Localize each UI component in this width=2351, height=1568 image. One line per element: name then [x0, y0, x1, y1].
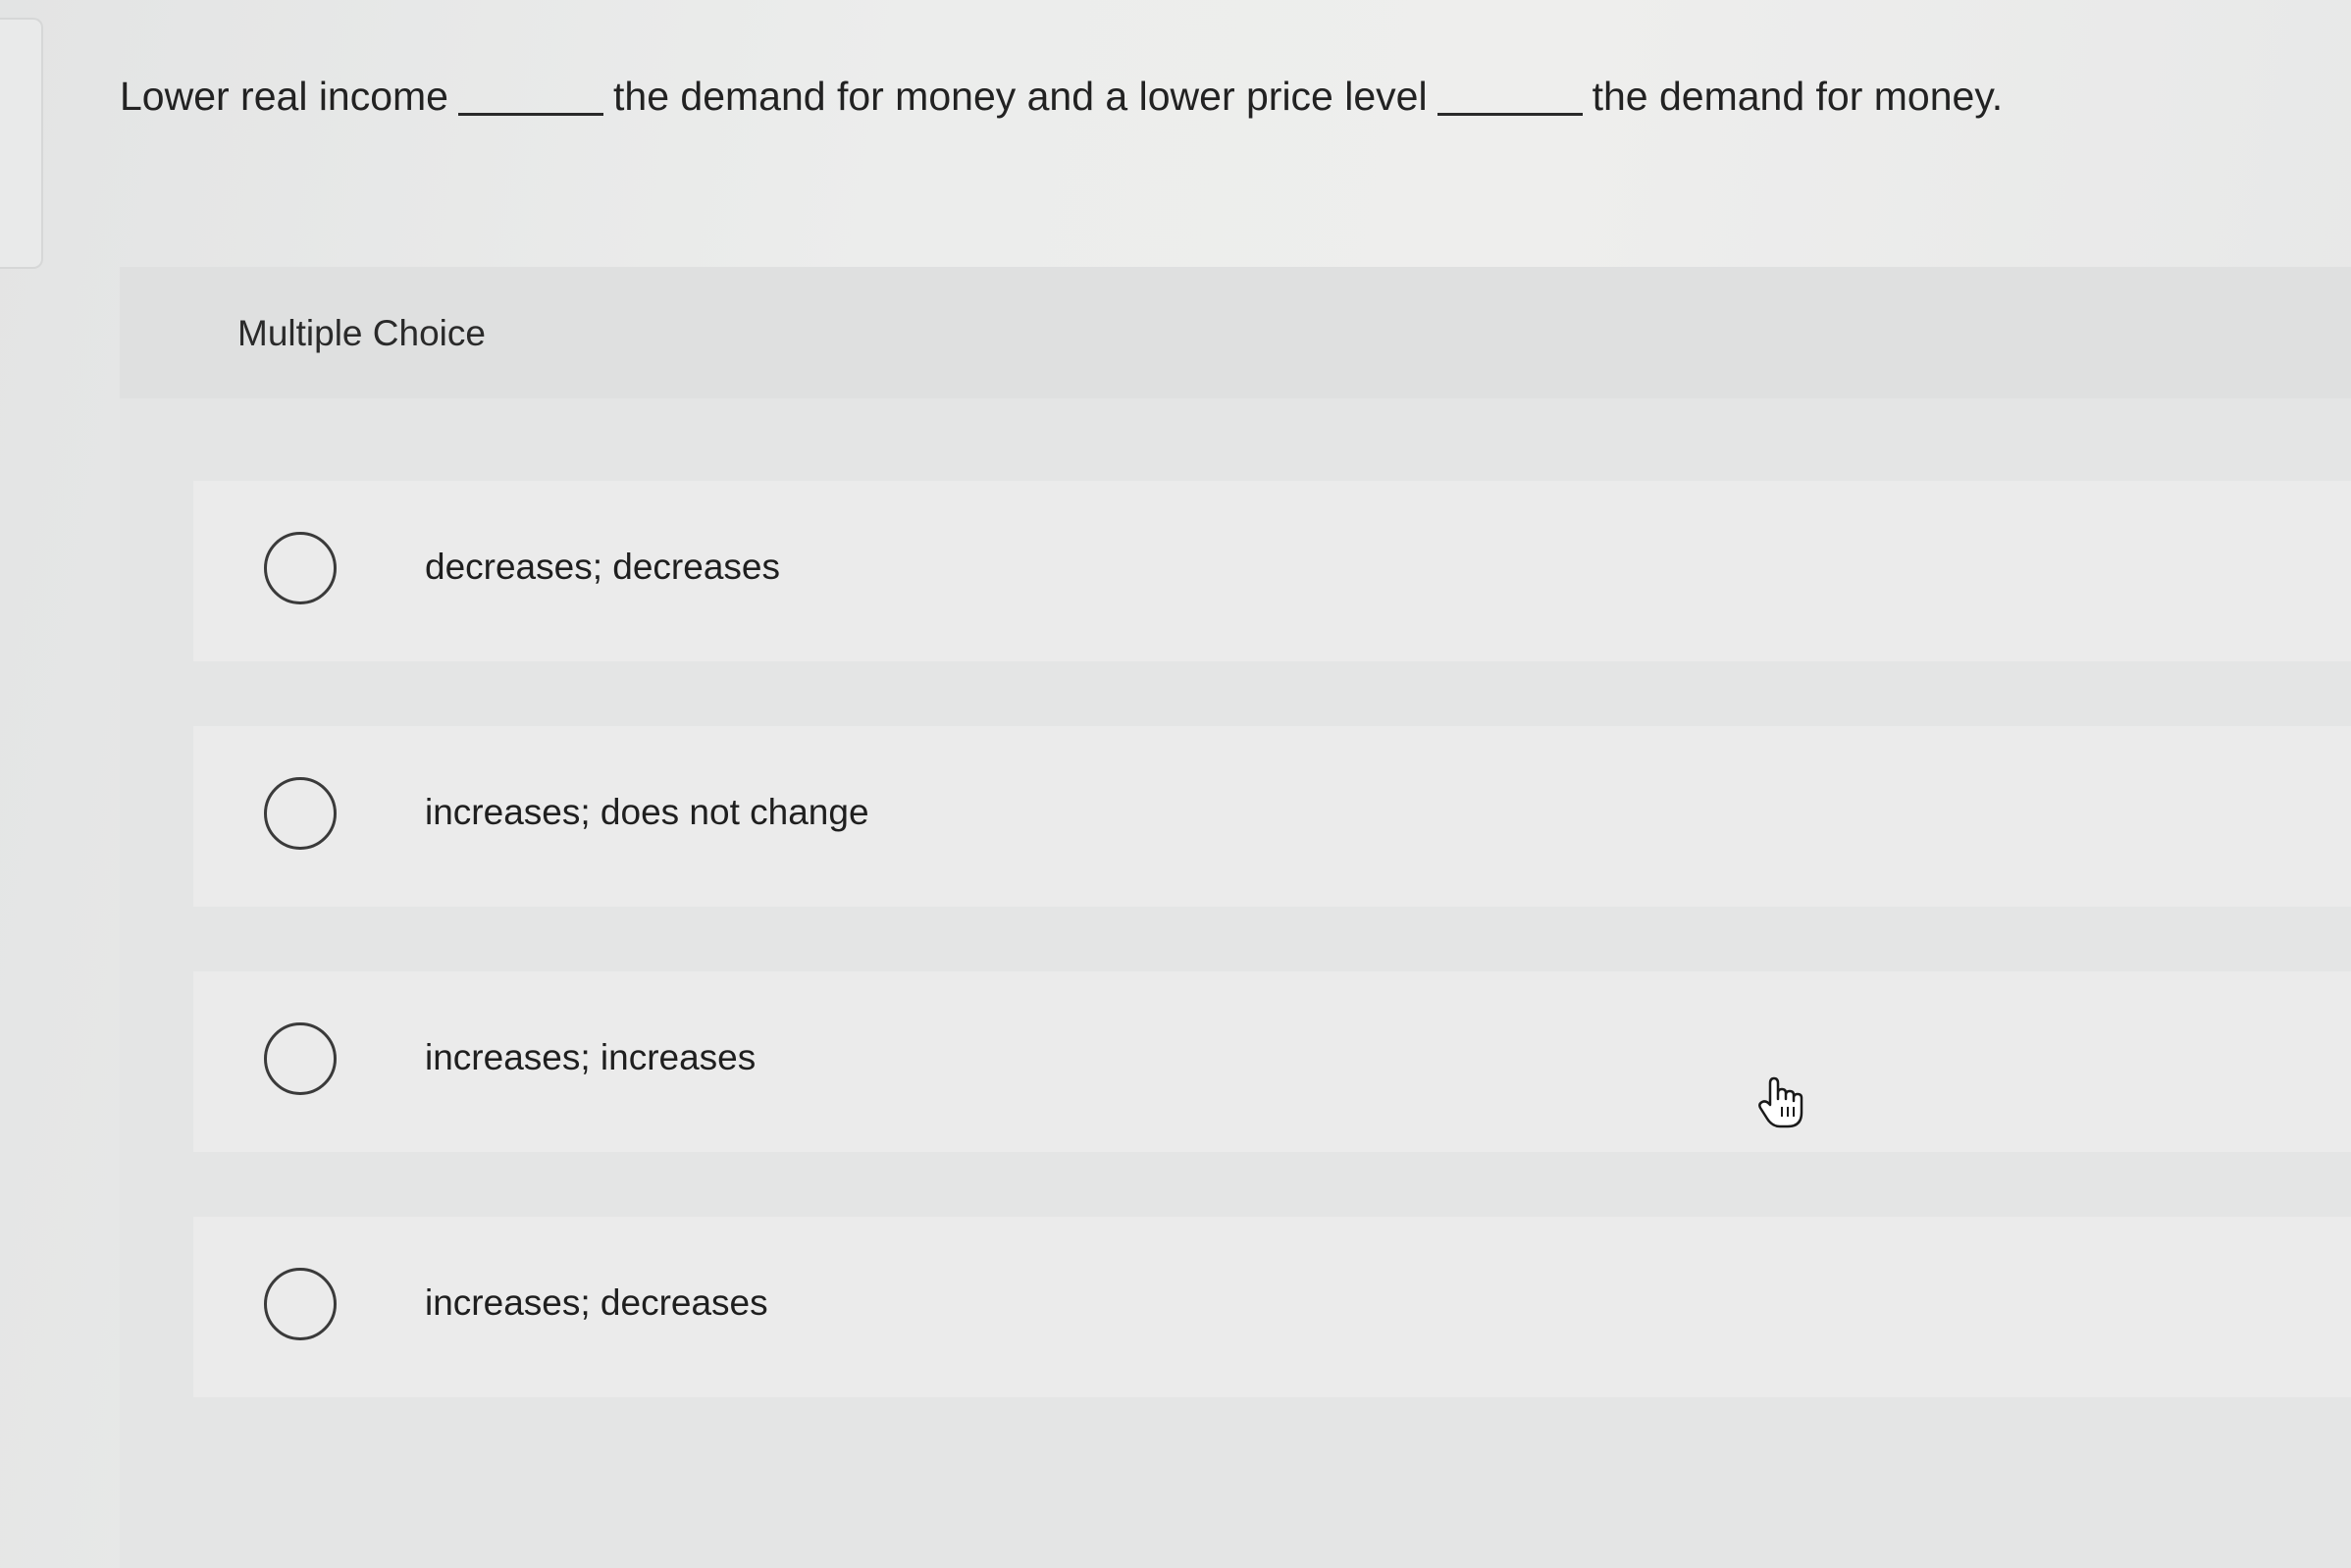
question-part-3: the demand for money.: [1592, 74, 2004, 119]
option-4[interactable]: increases; decreases: [193, 1217, 2351, 1397]
radio-icon[interactable]: [264, 777, 337, 850]
option-label: increases; increases: [425, 1037, 757, 1077]
panel-header: Multiple Choice: [120, 267, 2351, 398]
options-list: decreases; decreases increases; does not…: [193, 481, 2351, 1462]
question-text: Lower real income the demand for money an…: [120, 67, 2003, 126]
radio-icon[interactable]: [264, 532, 337, 604]
question-part-2: the demand for money and a lower price l…: [613, 74, 1428, 119]
blank-2: [1437, 93, 1583, 116]
question-nav-tab[interactable]: [0, 18, 43, 269]
page: Lower real income the demand for money an…: [0, 0, 2351, 1568]
option-2[interactable]: increases; does not change: [193, 726, 2351, 907]
option-label: increases; decreases: [425, 1282, 768, 1323]
option-1[interactable]: decreases; decreases: [193, 481, 2351, 661]
option-label: increases; does not change: [425, 792, 869, 832]
blank-1: [458, 93, 603, 116]
radio-icon[interactable]: [264, 1022, 337, 1095]
option-label: decreases; decreases: [425, 547, 780, 587]
panel-title: Multiple Choice: [237, 313, 486, 353]
radio-icon[interactable]: [264, 1268, 337, 1340]
question-part-1: Lower real income: [120, 74, 448, 119]
hand-pointer-icon: [1758, 1076, 1803, 1128]
answer-panel: Multiple Choice decreases; decreases inc…: [120, 267, 2351, 1568]
option-3[interactable]: increases; increases: [193, 971, 2351, 1152]
